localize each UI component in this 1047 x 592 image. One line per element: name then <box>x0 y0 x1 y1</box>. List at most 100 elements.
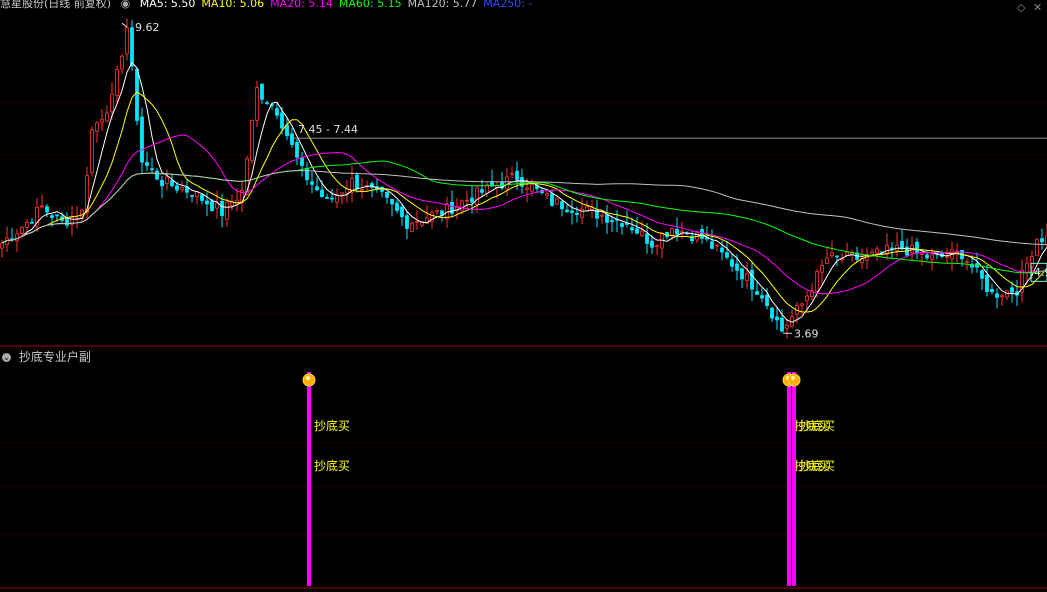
candle-body <box>650 240 654 248</box>
ma20-line <box>1 134 1047 295</box>
candle-body <box>100 118 104 123</box>
candle-body <box>570 210 574 213</box>
high-marker <box>121 22 128 28</box>
candle-body <box>385 191 389 198</box>
ma-label-ma20: MA20: 5.14 <box>270 0 333 10</box>
candle-body <box>835 255 839 258</box>
candle-body <box>285 124 289 137</box>
candle-body <box>260 83 264 100</box>
hline-label: 7.45 - 7.44 <box>298 123 358 136</box>
signal-coin-shine <box>791 376 795 380</box>
candle-body <box>770 307 774 319</box>
candle-body <box>925 254 929 259</box>
candle-body <box>125 27 129 55</box>
candle-body <box>725 252 729 258</box>
candle-body <box>475 187 479 205</box>
candle-body <box>630 227 634 231</box>
candle-body <box>215 202 219 209</box>
signal-coin-icon <box>302 373 316 387</box>
candle-body <box>645 233 649 244</box>
candle-body <box>530 184 534 192</box>
stock-title: 慧星股份(日线 前复权) <box>0 0 112 10</box>
candle-body <box>165 176 169 184</box>
indicator-title-bar: ⌄ 抄底专业户副 <box>2 348 91 365</box>
candle-body <box>135 68 139 121</box>
candle-body <box>325 197 329 199</box>
candle-body <box>850 252 854 255</box>
candle-body <box>1010 287 1014 293</box>
candle-body <box>555 198 559 205</box>
candle-body <box>190 194 194 197</box>
candle-body <box>985 275 989 293</box>
ma-label-ma5: MA5: 5.50 <box>139 0 196 10</box>
candle-body <box>400 206 404 218</box>
candle-body <box>620 223 624 227</box>
candle-body <box>0 242 4 249</box>
candle-body <box>140 116 144 163</box>
candle-body <box>130 27 134 67</box>
candle-body <box>600 214 604 217</box>
candle-body <box>575 212 579 215</box>
ma10-line <box>1 91 1047 313</box>
candle-body <box>410 222 414 233</box>
candle-body <box>45 206 49 213</box>
candle-body <box>990 289 994 293</box>
candle-body <box>65 218 69 226</box>
candle-body <box>560 201 564 210</box>
candlestick-chart: 7.45 - 7.449.623.694.9抄底买抄底买抄底买抄底买抄底买抄底买 <box>0 18 1047 589</box>
legend-toggle-icon[interactable]: ◉ <box>121 0 131 10</box>
candle-body <box>205 200 209 205</box>
candle-body <box>250 119 254 161</box>
candle-body <box>545 193 549 196</box>
candle-body <box>800 303 804 306</box>
candle-body <box>995 293 999 298</box>
candle-body <box>730 259 734 267</box>
candle-body <box>525 187 529 191</box>
chevron-down-icon[interactable]: ⌄ <box>2 353 11 362</box>
candle-body <box>675 228 679 235</box>
candle-body <box>340 192 344 195</box>
candle-body <box>565 209 569 213</box>
candle-body <box>435 210 439 213</box>
candle-body <box>710 241 714 249</box>
candle-body <box>980 270 984 279</box>
signal-coin-shine <box>306 376 310 380</box>
candle-body <box>90 129 94 173</box>
candle-body <box>750 269 754 290</box>
signal-label: 抄底买 <box>314 418 350 433</box>
candle-body <box>355 174 359 190</box>
candle-body <box>820 264 824 273</box>
candle-body <box>320 189 324 198</box>
signal-label: 抄底买 <box>799 458 835 473</box>
candle-body <box>170 180 174 187</box>
candle-body <box>740 268 744 280</box>
candle-body <box>515 170 519 180</box>
candle-body <box>470 197 474 203</box>
candle-body <box>1025 262 1029 273</box>
ma-label-ma120: MA120: 5.77 <box>407 0 478 10</box>
candle-body <box>775 316 779 321</box>
candle-body <box>95 122 99 132</box>
candle-body <box>330 197 334 200</box>
candle-body <box>720 247 724 253</box>
candle-body <box>310 181 314 185</box>
close-icon[interactable]: ✕ <box>1033 1 1042 14</box>
candle-body <box>700 228 704 239</box>
candle-body <box>1000 295 1004 298</box>
diamond-icon[interactable]: ◇ <box>1017 1 1025 14</box>
ma5-line <box>1 61 1047 323</box>
candle-body <box>755 291 759 295</box>
high-label: 9.62 <box>135 21 160 34</box>
candle-body <box>120 55 124 70</box>
candle-body <box>825 257 829 264</box>
ma-label-ma250: MA250: - <box>483 0 533 10</box>
right-price-label: 4.9 <box>1034 266 1047 279</box>
candle-body <box>480 189 484 193</box>
candle-body <box>635 228 639 234</box>
candle-body <box>915 241 919 253</box>
candle-body <box>220 201 224 216</box>
candle-body <box>765 294 769 306</box>
candle-body <box>230 201 234 206</box>
candle-body <box>870 251 874 255</box>
signal-label: 抄底买 <box>314 458 350 473</box>
